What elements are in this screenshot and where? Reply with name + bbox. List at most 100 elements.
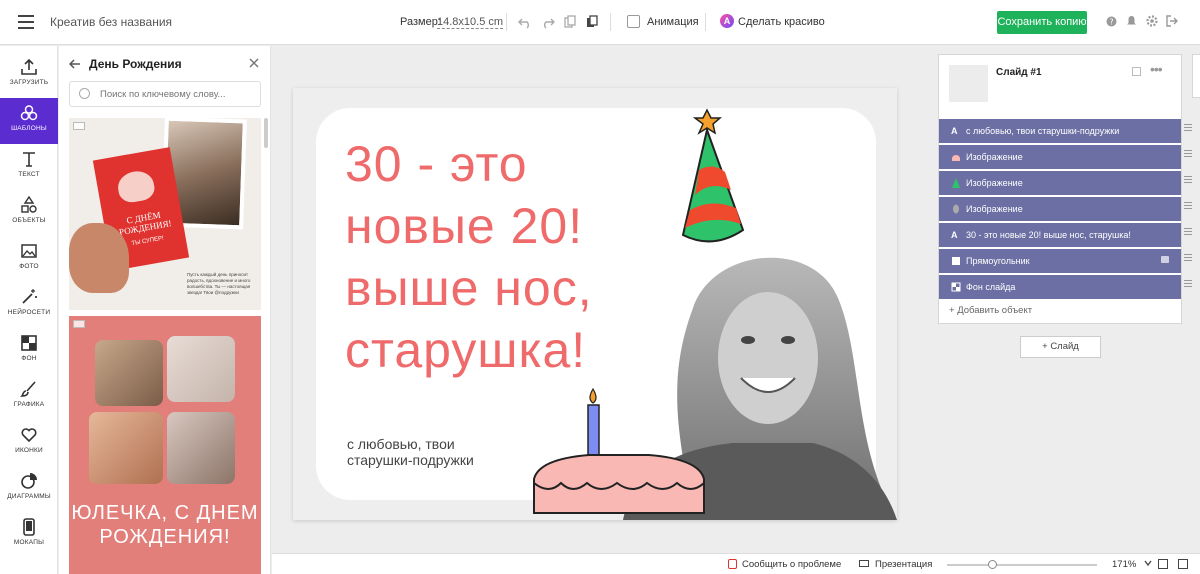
panel-title: День Рождения <box>89 57 182 71</box>
add-object-label: Добавить объект <box>957 305 1033 316</box>
layer-row[interactable]: Изображение <box>939 197 1181 221</box>
drag-handle-icon[interactable] <box>1184 176 1192 184</box>
rail-label: ОБЪЕКТЫ <box>12 217 46 224</box>
rail-mockups[interactable]: МОКАПЫ <box>0 512 58 558</box>
undo-icon[interactable] <box>518 15 532 29</box>
zoom-slider-handle[interactable] <box>988 560 997 569</box>
headline-line: 30 - это <box>345 136 528 192</box>
drag-handle-icon[interactable] <box>1184 124 1192 132</box>
add-slide-button[interactable]: + Слайд <box>1020 336 1101 358</box>
card-text: С ДНЁМ РОЖДЕНИЯ! <box>118 209 173 238</box>
zoom-level[interactable]: 171% <box>1112 559 1136 570</box>
layer-row[interactable]: A 30 - это новые 20! выше нос, старушка! <box>939 223 1181 247</box>
party-hat-image[interactable] <box>673 100 763 250</box>
text-layer-icon: A <box>951 230 958 240</box>
save-copy-button[interactable]: Сохранить копию <box>997 11 1087 34</box>
template-photo <box>89 412 163 484</box>
rail-charts[interactable]: ДИАГРАММЫ <box>0 466 58 512</box>
rail-background[interactable]: ФОН <box>0 328 58 374</box>
more-options-icon[interactable]: ••• <box>1150 61 1163 77</box>
bell-icon[interactable] <box>1126 15 1137 27</box>
animation-label[interactable]: Анимация <box>647 16 699 28</box>
cake-image[interactable] <box>529 383 714 520</box>
search-icon <box>79 88 90 99</box>
layer-label: с любовью, твои старушки-подружки <box>966 126 1120 136</box>
layer-row[interactable]: A с любовью, твои старушки-подружки <box>939 119 1181 143</box>
add-slide-label: Слайд <box>1050 341 1079 352</box>
arrow-left-icon[interactable] <box>69 58 81 70</box>
templates-icon <box>20 105 38 121</box>
rail-upload[interactable]: ЗАГРУЗИТЬ <box>0 52 58 98</box>
rail-graphics[interactable]: ГРАФИКА <box>0 374 58 420</box>
layer-label: 30 - это новые 20! выше нос, старушка! <box>966 230 1131 240</box>
logout-icon[interactable] <box>1166 15 1178 27</box>
image-layer-icon <box>952 155 960 161</box>
drag-handle-icon[interactable] <box>1184 228 1192 236</box>
fullscreen-icon[interactable] <box>1178 559 1188 569</box>
lock-icon[interactable] <box>1161 256 1169 263</box>
template-type-icon <box>73 122 85 130</box>
paste-icon[interactable] <box>586 15 598 29</box>
rail-text[interactable]: ТЕКСТ <box>0 144 58 190</box>
layer-row[interactable]: Изображение <box>939 171 1181 195</box>
presentation-button[interactable]: Презентация <box>875 559 932 570</box>
tool-rail: ЗАГРУЗИТЬ ШАБЛОНЫ ТЕКСТ ОБЪЕКТЫ ФОТО НЕЙ… <box>0 46 58 574</box>
add-object-button[interactable]: + Добавить объект <box>949 305 1032 316</box>
make-beautiful-button[interactable]: Сделать красиво <box>738 16 825 28</box>
upload-icon <box>21 58 37 75</box>
rail-icons[interactable]: ИКОНКИ <box>0 420 58 466</box>
template-thumbnail[interactable]: С ДНЁМ РОЖДЕНИЯ! ТЫ СУПЕР! Пусть каждый … <box>69 118 261 310</box>
drag-handle-icon[interactable] <box>1184 280 1192 288</box>
layer-row[interactable]: Прямоугольник <box>939 249 1181 273</box>
redo-icon[interactable] <box>541 15 555 29</box>
rail-photo[interactable]: ФОТО <box>0 236 58 282</box>
magic-ai-icon[interactable]: A <box>720 14 734 28</box>
slide-title: Слайд #1 <box>996 67 1042 78</box>
rail-templates[interactable]: ШАБЛОНЫ <box>0 98 58 144</box>
layer-label: Изображение <box>966 152 1023 162</box>
rail-objects[interactable]: ОБЪЕКТЫ <box>0 190 58 236</box>
hand-image <box>69 223 129 293</box>
report-problem-link[interactable]: Сообщить о проблеме <box>742 559 841 570</box>
copy-icon[interactable] <box>564 15 576 29</box>
size-value[interactable]: 14.8x10.5 cm <box>437 16 504 29</box>
background-icon <box>21 335 37 351</box>
drag-handle-icon[interactable] <box>1184 202 1192 210</box>
brush-icon <box>20 381 36 397</box>
photo-icon <box>21 244 37 258</box>
magic-wand-icon <box>22 289 37 304</box>
svg-text:?: ? <box>1109 18 1113 27</box>
headline-text[interactable]: 30 - это новые 20! выше нос, старушка! <box>345 133 665 381</box>
close-icon[interactable] <box>249 58 259 68</box>
layer-row[interactable]: Изображение <box>939 145 1181 169</box>
document-title[interactable]: Креатив без названия <box>50 15 172 29</box>
template-thumbnail[interactable]: ЮЛЕЧКА, С ДНЕМ РОЖДЕНИЯ! <box>69 316 261 574</box>
headline-line: выше нос, <box>345 260 593 316</box>
panel-scrollbar[interactable] <box>264 118 268 148</box>
gear-icon[interactable] <box>1146 15 1158 27</box>
slide-canvas[interactable]: 30 - это новые 20! выше нос, старушка! с… <box>293 88 897 520</box>
heart-photo <box>115 168 157 205</box>
rail-label: ФОТО <box>19 263 39 270</box>
rail-label: ГРАФИКА <box>13 401 45 408</box>
bug-report-icon <box>728 559 737 569</box>
layer-label: Изображение <box>966 178 1023 188</box>
animation-checkbox[interactable] <box>627 15 640 28</box>
drag-handle-icon[interactable] <box>1184 254 1192 262</box>
help-icon[interactable]: ? <box>1106 16 1117 27</box>
fit-screen-icon[interactable] <box>1158 559 1168 569</box>
duplicate-slide-icon[interactable] <box>1132 67 1141 76</box>
drag-handle-icon[interactable] <box>1184 150 1192 158</box>
layer-row[interactable]: Фон слайда <box>939 275 1181 299</box>
zoom-slider[interactable] <box>947 564 1097 566</box>
menu-icon[interactable] <box>18 15 34 29</box>
rail-label: МОКАПЫ <box>13 539 45 546</box>
rail-ai[interactable]: НЕЙРОСЕТИ <box>0 282 58 328</box>
search-input[interactable] <box>69 81 261 107</box>
chevron-down-icon[interactable] <box>1144 559 1152 567</box>
slide-thumbnail[interactable] <box>949 65 988 102</box>
size-label: Размер: <box>400 16 441 28</box>
collapse-panel-tab[interactable] <box>1192 54 1200 98</box>
presentation-icon <box>859 560 869 567</box>
layer-label: Изображение <box>966 204 1023 214</box>
